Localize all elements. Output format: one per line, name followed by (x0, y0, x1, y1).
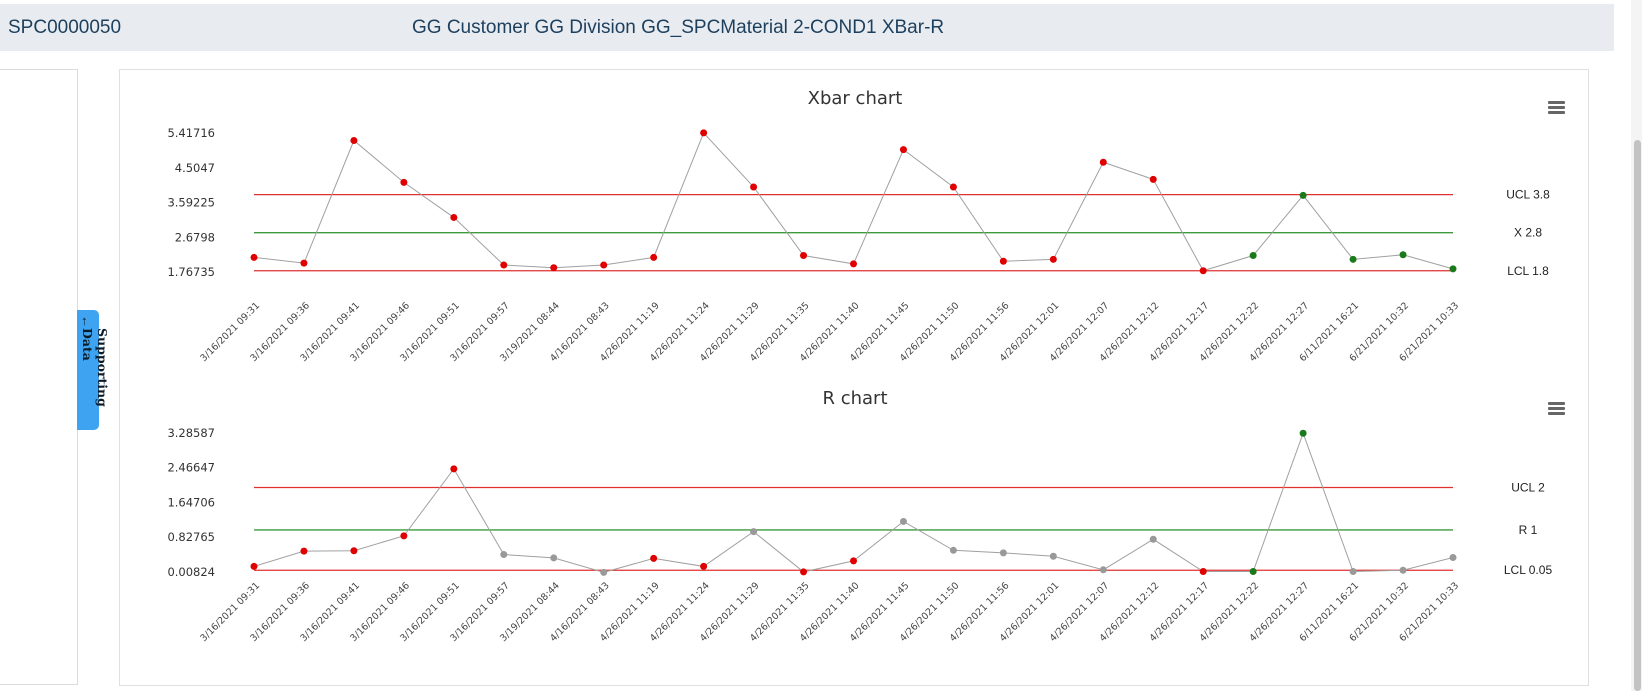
r-data-point[interactable] (500, 551, 508, 559)
xbar-data-point[interactable] (750, 183, 758, 191)
xbar-data-point[interactable] (1299, 191, 1307, 199)
r-data-point[interactable] (1099, 566, 1107, 574)
menu-line (1548, 402, 1565, 405)
xbar-data-point[interactable] (949, 183, 957, 191)
r-center-label: R 1 (1519, 523, 1538, 537)
r-series-line (253, 431, 1454, 573)
r-menu-icon[interactable] (1548, 402, 1565, 415)
xbar-data-point[interactable] (550, 264, 558, 272)
menu-line (1548, 412, 1565, 415)
xbar-data-point[interactable] (500, 261, 508, 269)
r-data-point[interactable] (400, 532, 408, 540)
r-data-point[interactable] (949, 546, 957, 554)
xbar-data-point[interactable] (899, 146, 907, 154)
r-data-point[interactable] (300, 547, 308, 555)
xbar-data-point[interactable] (850, 260, 857, 268)
r-data-point[interactable] (1449, 554, 1457, 562)
xbar-data-point[interactable] (1199, 267, 1207, 275)
xbar-menu-icon[interactable] (1548, 101, 1565, 114)
r-ytick-label: 2.46647 (167, 461, 215, 475)
r-data-point[interactable] (550, 554, 558, 562)
xbar-data-point[interactable] (800, 252, 808, 260)
r-data-point[interactable] (999, 549, 1007, 557)
r-data-point[interactable] (600, 568, 608, 576)
xbar-series-line (253, 131, 1454, 272)
xbar-data-point[interactable] (250, 253, 258, 261)
menu-line (1548, 111, 1565, 114)
xbar-ucl-label: UCL 3.8 (1506, 188, 1550, 202)
r-data-point[interactable] (1299, 429, 1307, 437)
xbar-data-point[interactable] (1149, 175, 1157, 183)
r-ytick-label: 0.82765 (167, 530, 215, 544)
r-data-point[interactable] (800, 568, 808, 576)
r-data-point[interactable] (250, 562, 258, 570)
r-data-point[interactable] (1349, 568, 1357, 576)
menu-line (1548, 106, 1565, 109)
r-chart: R chart 3.28587 2.46647 1.64706 0.82765 0.008… (167, 388, 1565, 644)
xbar-lcl-label: LCL 1.8 (1507, 264, 1549, 278)
xbar-data-point[interactable] (350, 137, 358, 145)
xbar-data-point[interactable] (1349, 255, 1357, 263)
xbar-ytick-label: 3.59225 (167, 196, 215, 210)
r-chart-title: R chart (822, 388, 887, 409)
r-data-point[interactable] (1199, 568, 1207, 576)
r-ytick-label: 3.28587 (167, 426, 215, 440)
r-data-point[interactable] (450, 465, 458, 473)
xbar-data-point[interactable] (1099, 158, 1107, 166)
r-data-point[interactable] (899, 517, 907, 525)
r-lcl-label: LCL 0.05 (1504, 563, 1553, 577)
xbar-data-point[interactable] (300, 259, 308, 267)
menu-line (1548, 101, 1565, 104)
xbar-data-point[interactable] (999, 257, 1007, 265)
r-data-point[interactable] (850, 557, 857, 565)
xbar-data-point[interactable] (700, 129, 708, 137)
menu-line (1548, 407, 1565, 410)
r-data-point[interactable] (650, 554, 658, 562)
xbar-chart-title: Xbar chart (808, 88, 903, 109)
xbar-data-point[interactable] (1399, 251, 1407, 259)
xbar-data-point[interactable] (1449, 265, 1457, 273)
xbar-ytick-label: 2.6798 (175, 230, 215, 244)
xbar-ytick-label: 1.76735 (167, 265, 215, 279)
xbar-data-point[interactable] (600, 261, 608, 269)
xbar-data-point[interactable] (1249, 252, 1257, 260)
xbar-data-point[interactable] (650, 253, 658, 261)
r-ytick-label: 1.64706 (167, 495, 215, 509)
r-data-point[interactable] (1399, 566, 1407, 574)
r-ytick-label: 0.00824 (167, 565, 215, 579)
xbar-data-point[interactable] (400, 178, 408, 186)
xbar-data-point[interactable] (1049, 255, 1057, 263)
xbar-ytick-label: 5.41716 (167, 126, 215, 140)
r-data-point[interactable] (350, 547, 358, 555)
r-data-point[interactable] (1149, 535, 1157, 543)
r-ucl-label: UCL 2 (1511, 481, 1545, 495)
r-data-point[interactable] (1049, 552, 1057, 560)
xbar-data-point[interactable] (450, 213, 458, 221)
xbar-center-label: X 2.8 (1514, 226, 1542, 240)
xbar-chart: Xbar chart 5.41716 4.5047 3.59225 2.6798 1.76… (167, 88, 1565, 364)
charts-canvas: Xbar chart 5.41716 4.5047 3.59225 2.6798 1.76… (167, 88, 1565, 644)
xbar-ytick-label: 4.5047 (175, 161, 215, 175)
r-data-point[interactable] (750, 528, 758, 536)
r-data-point[interactable] (700, 562, 708, 570)
r-data-point[interactable] (1249, 568, 1257, 576)
scrollbar-thumb[interactable] (1634, 140, 1641, 691)
